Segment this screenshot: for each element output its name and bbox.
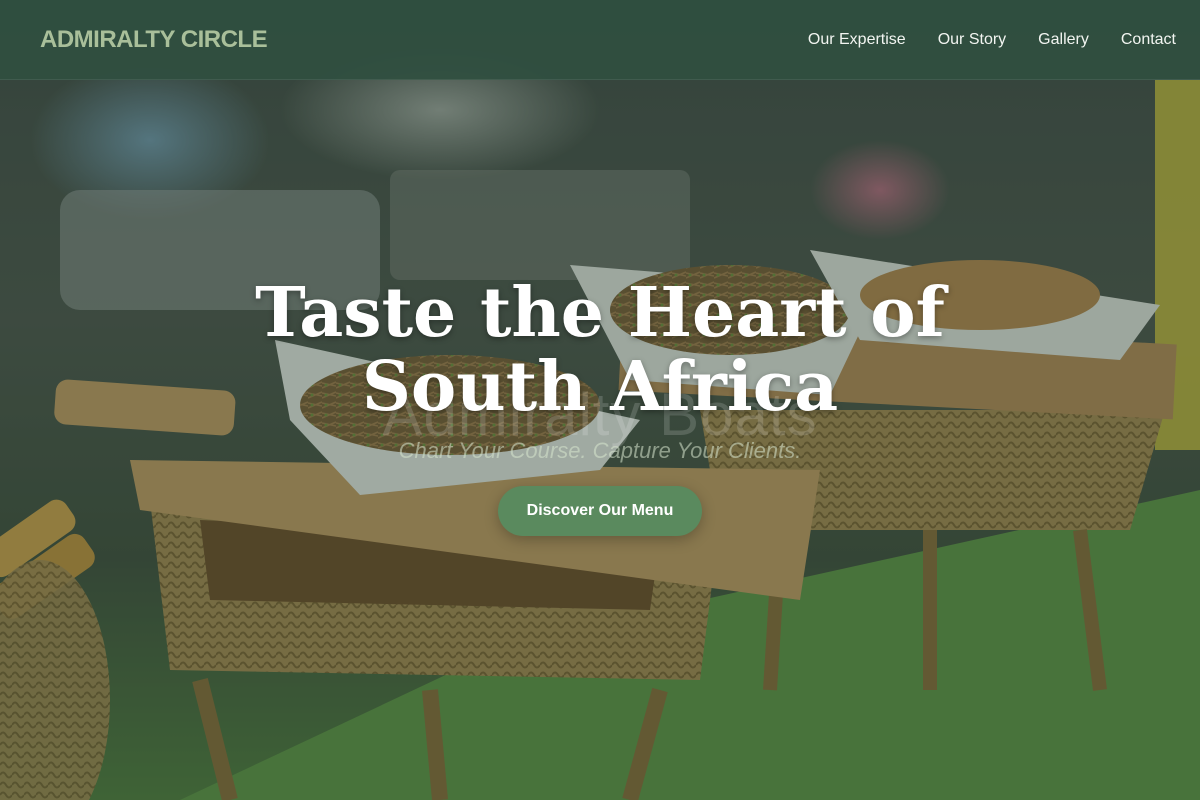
nav-link-gallery[interactable]: Gallery [1038, 31, 1089, 48]
nav-link-our-story[interactable]: Our Story [938, 31, 1006, 48]
hero-title: Taste the Heart of South Africa [255, 273, 945, 427]
nav-item-contact: Contact [1121, 31, 1176, 49]
nav-item-gallery: Gallery [1038, 31, 1089, 49]
site-header: ADMIRALTY CIRCLE Our Expertise Our Story… [0, 0, 1200, 80]
hero-tagline: Chart Your Course. Capture Your Clients. [398, 438, 802, 463]
main-nav: Our Expertise Our Story Gallery Contact [808, 31, 1176, 49]
nav-link-our-expertise[interactable]: Our Expertise [808, 31, 906, 48]
nav-item-expertise: Our Expertise [808, 31, 906, 49]
nav-link-contact[interactable]: Contact [1121, 31, 1176, 48]
nav-list: Our Expertise Our Story Gallery Contact [808, 31, 1176, 49]
discover-menu-button[interactable]: Discover Our Menu [498, 486, 702, 536]
brand-logo[interactable]: ADMIRALTY CIRCLE [40, 26, 268, 54]
nav-item-story: Our Story [938, 31, 1006, 49]
hero-section: Admiralty Boats Taste the Heart of South… [0, 80, 1200, 800]
